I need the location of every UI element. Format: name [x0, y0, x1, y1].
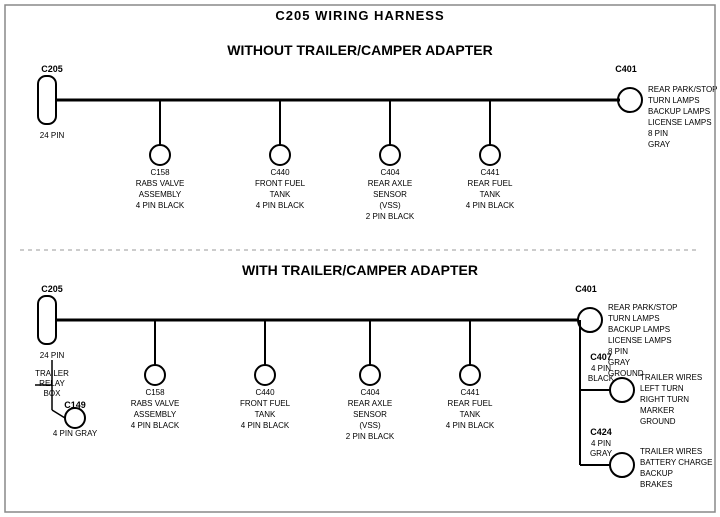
s2-c401-desc1: REAR PARK/STOP [608, 303, 678, 312]
s1-c441-desc3: 4 PIN BLACK [466, 201, 515, 210]
s2-c440-desc2: TANK [255, 410, 276, 419]
s2-c440-desc3: 4 PIN BLACK [241, 421, 290, 430]
s1-c440-desc3: 4 PIN BLACK [256, 201, 305, 210]
s2-c441-desc3: 4 PIN BLACK [446, 421, 495, 430]
s2-c158-desc1: RABS VALVE [131, 399, 180, 408]
s1-c440-desc2: TANK [270, 190, 291, 199]
s2-c407-desc3: RIGHT TURN [640, 395, 689, 404]
s2-c158-desc2: ASSEMBLY [134, 410, 177, 419]
diagram-container: C205 WIRING HARNESS WITHOUT TRAILER/CAMP… [0, 0, 720, 517]
s1-c401-color: GRAY [648, 140, 671, 149]
s2-c404-desc4: 2 PIN BLACK [346, 432, 395, 441]
s2-c441-name: C441 [460, 388, 480, 397]
s2-c404-name: C404 [360, 388, 380, 397]
s2-c149-desc: 4 PIN GRAY [53, 429, 98, 438]
section1-label: WITHOUT TRAILER/CAMPER ADAPTER [227, 42, 492, 58]
s1-c401-desc4: LICENSE LAMPS [648, 118, 712, 127]
s1-c158-desc1: RABS VALVE [136, 179, 185, 188]
s2-c401-label: C401 [575, 284, 597, 294]
s2-c407-name: C407 [590, 352, 612, 362]
s2-c424-desc4: BRAKES [640, 480, 672, 489]
s2-c407-pins2: BLACK [588, 374, 615, 383]
s1-c440-name: C440 [270, 168, 290, 177]
s1-c441-name: C441 [480, 168, 500, 177]
s2-c424-desc1: TRAILER WIRES [640, 447, 702, 456]
section2-label: WITH TRAILER/CAMPER ADAPTER [242, 262, 478, 278]
s2-c401-desc3: BACKUP LAMPS [608, 325, 670, 334]
s1-c205-pins: 24 PIN [40, 131, 65, 140]
s2-c404-desc3: (VSS) [359, 421, 381, 430]
s2-c424-pins1: 4 PIN [591, 439, 611, 448]
s2-c158-name: C158 [145, 388, 165, 397]
s1-c158-desc2: ASSEMBLY [139, 190, 182, 199]
s1-c158-desc3: 4 PIN BLACK [136, 201, 185, 210]
s1-c401-pins: 8 PIN [648, 129, 668, 138]
s2-c424-pins2: GRAY [590, 449, 613, 458]
s2-c441-desc1: REAR FUEL [448, 399, 493, 408]
s2-c401-desc4: LICENSE LAMPS [608, 336, 672, 345]
s1-c401-desc1: REAR PARK/STOP [648, 85, 718, 94]
s1-c158-name: C158 [150, 168, 170, 177]
s2-c205-pins: 24 PIN [40, 351, 65, 360]
s2-c440-desc1: FRONT FUEL [240, 399, 291, 408]
s2-c404-desc2: SENSOR [353, 410, 387, 419]
s2-c424-name: C424 [590, 427, 612, 437]
s2-c407-desc1: TRAILER WIRES [640, 373, 702, 382]
s1-c401-desc3: BACKUP LAMPS [648, 107, 710, 116]
s1-c404-desc4: 2 PIN BLACK [366, 212, 415, 221]
s2-c441-desc2: TANK [460, 410, 481, 419]
s1-c404-desc1: REAR AXLE [368, 179, 412, 188]
s1-c404-desc2: SENSOR [373, 190, 407, 199]
s1-c404-name: C404 [380, 168, 400, 177]
s1-c401-label: C401 [615, 64, 637, 74]
s1-c441-desc1: REAR FUEL [468, 179, 513, 188]
s2-c407-desc2: LEFT TURN [640, 384, 684, 393]
s1-c205-label: C205 [41, 64, 63, 74]
s1-c440-desc1: FRONT FUEL [255, 179, 306, 188]
s2-c424-desc3: BACKUP [640, 469, 673, 478]
s2-c158-desc3: 4 PIN BLACK [131, 421, 180, 430]
s2-c404-desc1: REAR AXLE [348, 399, 392, 408]
s2-c407-pins1: 4 PIN [591, 364, 611, 373]
s2-c407-desc4: MARKER [640, 406, 674, 415]
s2-c424-desc2: BATTERY CHARGE [640, 458, 712, 467]
s2-c407-desc5: GROUND [640, 417, 676, 426]
s2-c205-label: C205 [41, 284, 63, 294]
s2-c440-name: C440 [255, 388, 275, 397]
s1-c401-desc2: TURN LAMPS [648, 96, 700, 105]
s1-c404-desc3: (VSS) [379, 201, 401, 210]
wiring-diagram: WITHOUT TRAILER/CAMPER ADAPTER C205 24 P… [0, 0, 720, 517]
s1-c441-desc2: TANK [480, 190, 501, 199]
s2-c401-desc2: TURN LAMPS [608, 314, 660, 323]
